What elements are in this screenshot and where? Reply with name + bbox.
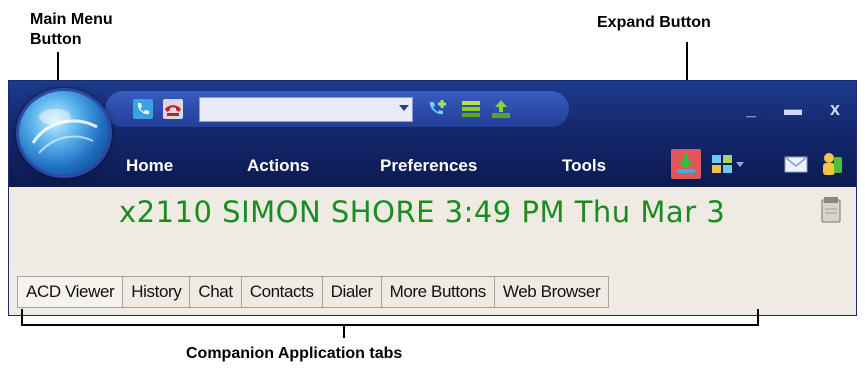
hold-icon (462, 101, 480, 117)
close-button[interactable]: x (821, 95, 849, 123)
grid-layout-icon (712, 155, 732, 173)
transfer-call-icon (429, 100, 446, 115)
number-combo-box[interactable] (199, 97, 413, 122)
minimize-button[interactable]: _ (737, 95, 765, 123)
tabs-callout: Companion Application tabs (186, 345, 403, 362)
expand-callout: Expand Button (597, 14, 711, 31)
main-menu-callout-line1: Main Menu (30, 11, 113, 28)
menu-preferences[interactable]: Preferences (380, 156, 477, 176)
main-menu-button[interactable] (19, 91, 109, 175)
chevron-down-icon (736, 161, 744, 167)
menu-actions[interactable]: Actions (247, 156, 309, 176)
transfer-call-button[interactable] (427, 98, 451, 120)
maximize-button[interactable]: ▬ (779, 95, 807, 123)
tab-contacts[interactable]: Contacts (241, 276, 323, 308)
tab-acd-viewer[interactable]: ACD Viewer (17, 276, 124, 308)
companion-tabs: ACD Viewer History Chat Contacts Dialer … (17, 276, 610, 308)
tab-more-buttons[interactable]: More Buttons (381, 276, 495, 308)
tab-chat[interactable]: Chat (190, 276, 242, 308)
notepad-icon[interactable] (821, 197, 841, 223)
hangup-button[interactable] (161, 98, 185, 120)
pickup-icon (492, 100, 510, 118)
globe-icon (31, 109, 98, 154)
phone-icon (133, 99, 153, 119)
tab-web-browser[interactable]: Web Browser (494, 276, 610, 308)
phone-client-window: _ ▬ x Home Actions Preferences Tools x21… (8, 80, 857, 316)
tabs-bracket-right (757, 309, 759, 326)
status-area: x2110 SIMON SHORE 3:49 PM Thu Mar 3 (9, 187, 856, 267)
hangup-icon (163, 99, 183, 119)
menu-tools[interactable]: Tools (562, 156, 606, 176)
voicemail-button[interactable] (781, 149, 811, 179)
presence-button[interactable] (817, 149, 847, 179)
chevron-down-icon[interactable] (399, 105, 409, 111)
tabs-bracket-stem (343, 324, 345, 338)
menu-home[interactable]: Home (126, 156, 173, 176)
title-bar: _ ▬ x Home Actions Preferences Tools (9, 81, 856, 187)
download-arrow-icon (677, 154, 695, 173)
phone-button[interactable] (131, 98, 155, 120)
presence-person-icon (823, 153, 842, 175)
main-menu-callout-line2: Button (30, 31, 82, 48)
envelope-icon (784, 156, 808, 173)
tab-history[interactable]: History (123, 276, 191, 308)
tabs-bracket-bottom (21, 324, 759, 326)
layout-dropdown[interactable] (733, 149, 747, 179)
pickup-button[interactable] (489, 98, 513, 120)
tab-dialer[interactable]: Dialer (322, 276, 382, 308)
main-menu-callout: Main Menu Button (30, 10, 113, 50)
status-text: x2110 SIMON SHORE 3:49 PM Thu Mar 3 (119, 195, 726, 229)
expand-button[interactable] (671, 149, 701, 179)
hold-button[interactable] (459, 98, 483, 120)
